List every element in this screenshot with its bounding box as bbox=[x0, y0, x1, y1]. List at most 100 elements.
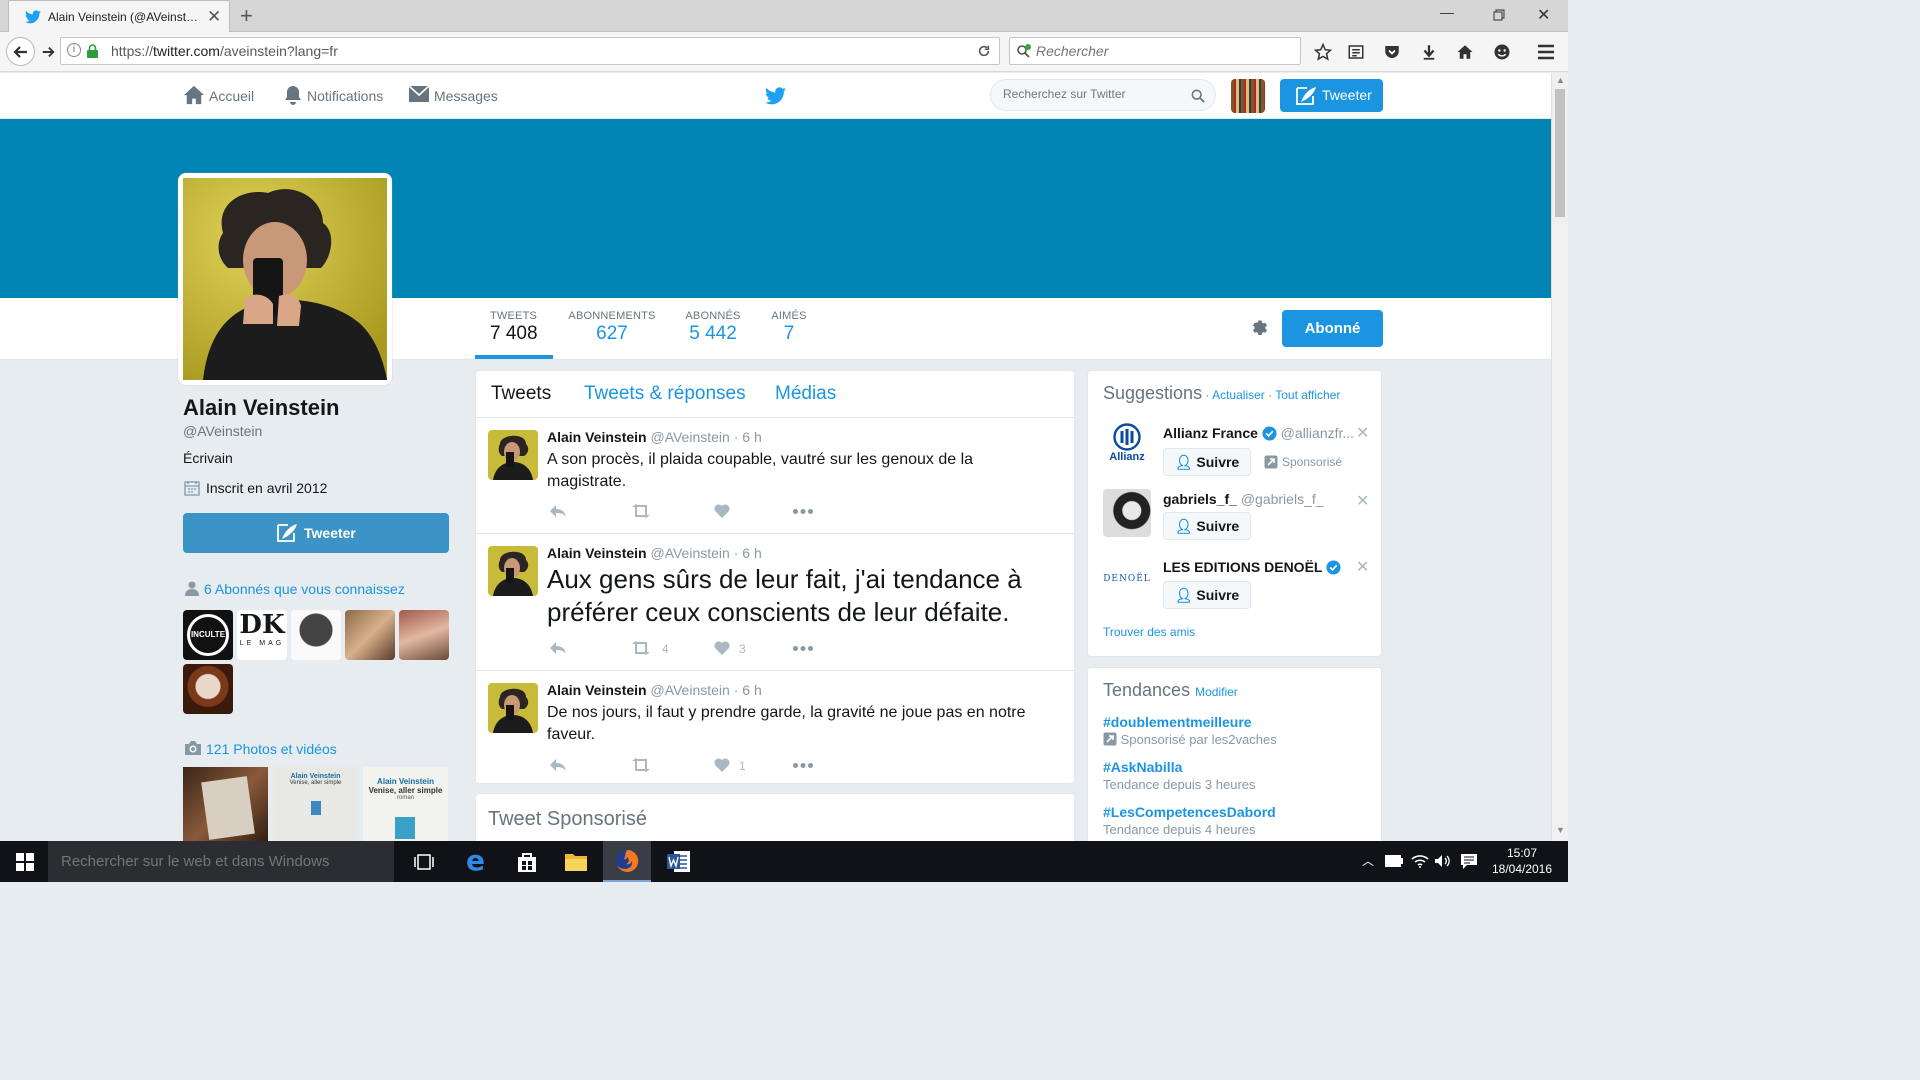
tweet-item[interactable]: Alain Veinstein @AVeinstein · 6 h De nos… bbox=[476, 670, 1074, 784]
reply-icon[interactable] bbox=[549, 641, 567, 655]
heart-icon[interactable] bbox=[714, 758, 730, 772]
refresh-link[interactable]: Actualiser bbox=[1212, 388, 1265, 402]
suggestion-name[interactable]: Allianz France @allianzfr... bbox=[1163, 425, 1354, 441]
following-button[interactable]: Abonné bbox=[1282, 310, 1383, 347]
modify-link[interactable]: Modifier bbox=[1195, 685, 1238, 699]
url-bar[interactable]: i https://twitter.com/aveinstein?lang=fr bbox=[60, 37, 1000, 65]
suggestion-avatar[interactable] bbox=[1103, 489, 1151, 537]
tab-tweets[interactable]: Tweets bbox=[491, 383, 551, 405]
pocket-icon[interactable] bbox=[1383, 43, 1401, 61]
firefox-taskbar-icon[interactable] bbox=[603, 841, 651, 882]
media-thumb[interactable]: Alain Veinstein Venise, aller simple bbox=[273, 767, 358, 841]
profile-tweet-button[interactable]: Tweeter bbox=[183, 513, 449, 553]
battery-icon[interactable] bbox=[1385, 855, 1403, 867]
tweet-avatar[interactable] bbox=[488, 546, 538, 596]
dismiss-icon[interactable]: ✕ bbox=[1356, 491, 1369, 511]
twitter-search-input[interactable] bbox=[1003, 87, 1183, 101]
gear-icon[interactable] bbox=[1250, 318, 1270, 338]
known-followers-link[interactable]: 6 Abonnés que vous connaissez bbox=[204, 581, 405, 597]
edge-taskbar-icon[interactable]: e bbox=[452, 841, 500, 882]
taskbar-search-box[interactable] bbox=[48, 841, 394, 882]
tab-tweets-replies[interactable]: Tweets & réponses bbox=[584, 383, 746, 405]
nav-tweet-button[interactable]: Tweeter bbox=[1280, 79, 1383, 112]
tweet-item[interactable]: Alain Veinstein @AVeinstein · 6 h A son … bbox=[476, 417, 1074, 533]
tweet-item[interactable]: Alain Veinstein @AVeinstein · 6 h Aux ge… bbox=[476, 533, 1074, 670]
close-window-icon[interactable]: ✕ bbox=[1537, 5, 1550, 25]
word-taskbar-icon[interactable] bbox=[654, 841, 702, 882]
profile-avatar-frame[interactable] bbox=[178, 173, 392, 385]
windows-start-icon[interactable] bbox=[16, 853, 34, 871]
new-tab-icon[interactable]: + bbox=[240, 2, 253, 30]
hello-icon[interactable] bbox=[1493, 43, 1511, 61]
scroll-up-icon[interactable]: ▲ bbox=[1556, 75, 1565, 85]
back-button[interactable] bbox=[6, 37, 35, 66]
view-all-link[interactable]: Tout afficher bbox=[1275, 388, 1340, 402]
nav-notifications[interactable]: Notifications bbox=[283, 73, 383, 119]
task-view-icon[interactable] bbox=[414, 853, 434, 871]
file-explorer-taskbar-icon[interactable] bbox=[552, 841, 600, 882]
download-icon[interactable] bbox=[1420, 43, 1438, 61]
browser-search-input[interactable] bbox=[1036, 42, 1286, 60]
reload-icon[interactable] bbox=[977, 44, 991, 58]
page-scrollbar[interactable]: ▲ ▼ bbox=[1551, 73, 1568, 841]
stat-followers[interactable]: ABONNÉS 5 442 bbox=[682, 310, 744, 345]
media-thumb[interactable]: Alain Veinstein Venise, aller simple rom… bbox=[363, 767, 448, 841]
home-icon[interactable] bbox=[1456, 43, 1474, 61]
stat-following[interactable]: ABONNEMENTS 627 bbox=[566, 310, 658, 345]
scroll-down-icon[interactable]: ▼ bbox=[1556, 825, 1565, 835]
trend-item[interactable]: #LesCompetencesDabord Tendance depuis 4 … bbox=[1103, 804, 1276, 837]
follow-button[interactable]: 👤︎ Suivre bbox=[1163, 581, 1251, 609]
find-friends-link[interactable]: Trouver des amis bbox=[1103, 625, 1195, 639]
suggestion-name[interactable]: LES EDITIONS DENOËL bbox=[1163, 559, 1341, 575]
retweet-icon[interactable] bbox=[631, 758, 651, 772]
profile-handle[interactable]: @AVeinstein bbox=[183, 423, 262, 439]
chevron-up-icon[interactable]: ︿ bbox=[1362, 852, 1374, 869]
bookmarks-list-icon[interactable] bbox=[1347, 43, 1365, 61]
action-center-icon[interactable] bbox=[1461, 854, 1477, 869]
follow-button[interactable]: 👤︎ Suivre bbox=[1163, 448, 1251, 476]
search-icon[interactable] bbox=[1191, 89, 1205, 103]
follower-thumb[interactable]: INCULTE bbox=[183, 610, 233, 660]
minimize-icon[interactable]: — bbox=[1440, 4, 1454, 20]
taskbar-clock[interactable]: 15:07 18/04/2016 bbox=[1490, 845, 1554, 877]
taskbar-search-input[interactable] bbox=[61, 853, 381, 870]
dismiss-icon[interactable]: ✕ bbox=[1356, 557, 1369, 577]
reply-icon[interactable] bbox=[549, 758, 567, 772]
more-options-icon[interactable] bbox=[793, 646, 813, 651]
photos-videos-link[interactable]: 121 Photos et vidéos bbox=[206, 741, 337, 757]
tweet-avatar[interactable] bbox=[488, 430, 538, 480]
follower-thumb[interactable] bbox=[183, 664, 233, 714]
tweet-avatar[interactable] bbox=[488, 683, 538, 733]
heart-icon[interactable] bbox=[714, 641, 730, 655]
bookmark-star-icon[interactable] bbox=[1314, 43, 1332, 61]
follower-thumb[interactable] bbox=[399, 610, 449, 660]
twitter-search-box[interactable] bbox=[990, 79, 1216, 111]
browser-search-box[interactable] bbox=[1009, 37, 1301, 65]
media-thumb[interactable] bbox=[183, 767, 268, 841]
more-options-icon[interactable] bbox=[793, 763, 813, 768]
follower-thumb[interactable] bbox=[291, 610, 341, 660]
info-icon[interactable]: i bbox=[67, 43, 81, 57]
stat-tweets[interactable]: TWEETS 7 408 bbox=[490, 310, 552, 345]
follower-thumb[interactable]: DK LE MAG bbox=[237, 610, 287, 660]
profile-name[interactable]: Alain Veinstein bbox=[183, 395, 340, 421]
trend-item[interactable]: #AskNabilla Tendance depuis 3 heures bbox=[1103, 759, 1256, 792]
browser-tab[interactable]: Alain Veinstein (@AVeinst… ✕ bbox=[8, 0, 230, 33]
denoel-logo[interactable]: DENOËL bbox=[1103, 559, 1151, 599]
user-avatar[interactable] bbox=[1231, 79, 1265, 113]
forward-arrow-icon[interactable] bbox=[41, 44, 55, 60]
dismiss-icon[interactable]: ✕ bbox=[1356, 423, 1369, 443]
twitter-logo-icon[interactable] bbox=[765, 87, 786, 105]
reply-icon[interactable] bbox=[549, 504, 567, 518]
tab-media[interactable]: Médias bbox=[775, 383, 836, 405]
wifi-icon[interactable] bbox=[1411, 854, 1429, 868]
restore-window-icon[interactable] bbox=[1493, 9, 1505, 21]
close-tab-icon[interactable]: ✕ bbox=[207, 1, 221, 33]
retweet-icon[interactable] bbox=[631, 504, 651, 518]
follow-button[interactable]: 👤︎ Suivre bbox=[1163, 512, 1251, 540]
allianz-logo[interactable]: Allianz bbox=[1103, 421, 1151, 469]
follower-thumb[interactable] bbox=[345, 610, 395, 660]
retweet-icon[interactable] bbox=[631, 641, 651, 655]
more-options-icon[interactable] bbox=[793, 509, 813, 514]
nav-home[interactable]: Accueil bbox=[183, 73, 255, 119]
